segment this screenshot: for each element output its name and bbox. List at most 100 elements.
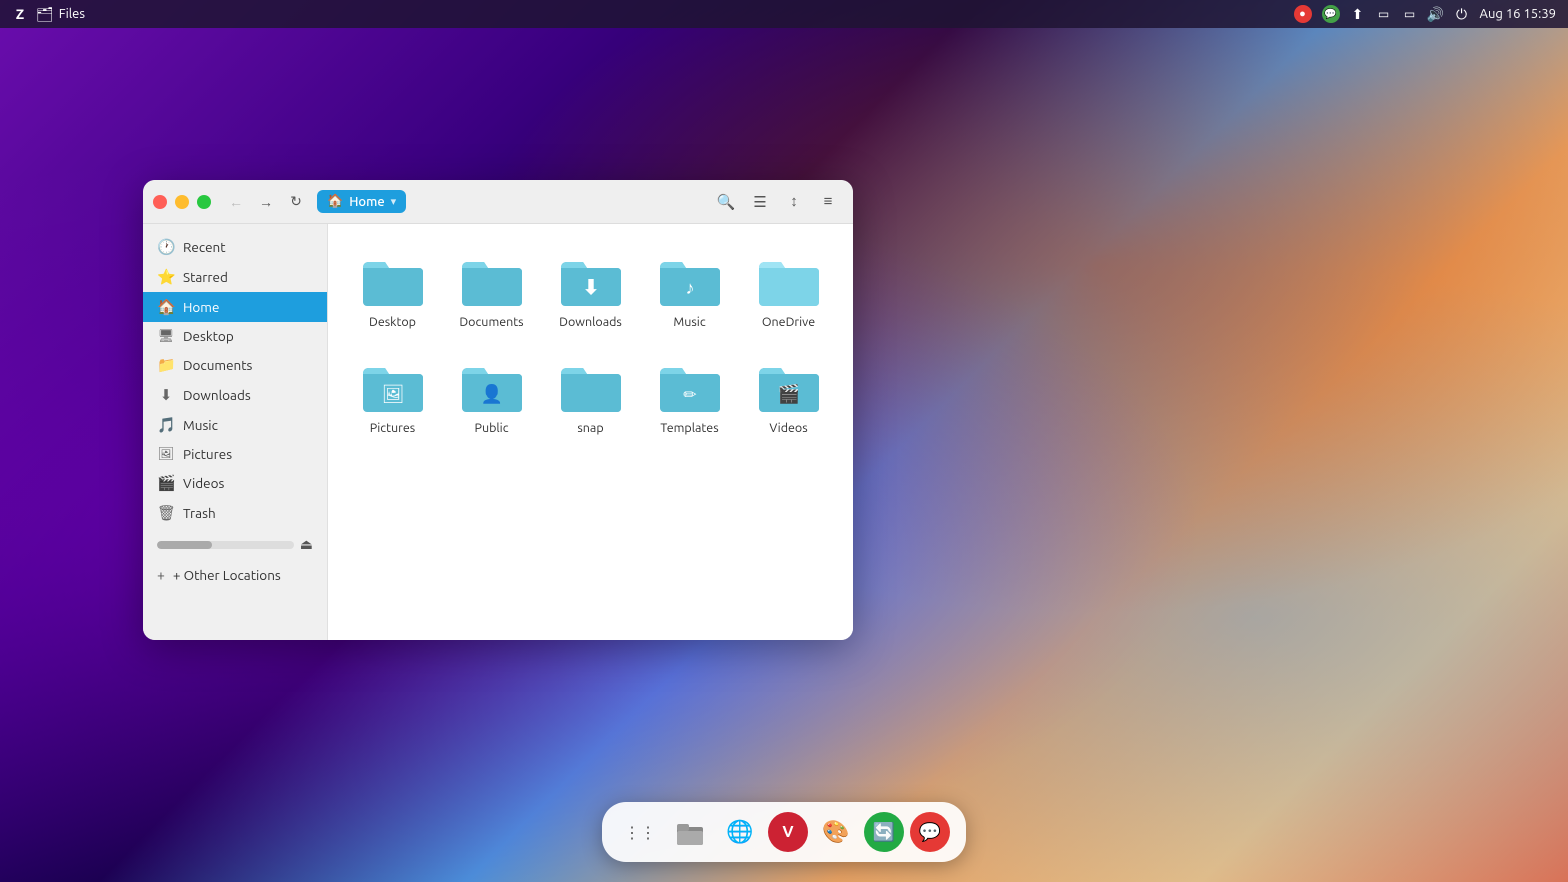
- sidebar-label-music: Music: [183, 417, 218, 433]
- minimize-button[interactable]: −: [175, 195, 189, 209]
- breadcrumb-home-label: Home: [349, 195, 384, 209]
- search-button[interactable]: 🔍: [711, 187, 741, 217]
- maximize-button[interactable]: ⊡: [197, 195, 211, 209]
- folder-label-music: Music: [673, 314, 705, 330]
- folder-label-downloads: Downloads: [559, 314, 622, 330]
- main-content: Desktop Documents: [328, 224, 853, 640]
- nav-buttons: ← → ↻: [223, 189, 309, 215]
- sidebar-item-documents[interactable]: 📁 Documents: [143, 350, 327, 380]
- z-icon: Z: [12, 6, 28, 22]
- folder-documents[interactable]: Documents: [447, 244, 536, 340]
- taskbar: ⋮⋮ 🌐 V 🎨 🔄 💬: [602, 802, 966, 862]
- taskbar-chat[interactable]: 💬: [910, 812, 950, 852]
- topbar-datetime: Aug 16 15:39: [1480, 7, 1557, 21]
- folder-templates[interactable]: ✏ Templates: [645, 350, 734, 446]
- folder-icon-snap: [559, 360, 623, 414]
- taskbar-browser[interactable]: 🌐: [718, 810, 762, 854]
- folder-label-public: Public: [474, 420, 508, 436]
- sidebar-item-music[interactable]: 🎵 Music: [143, 410, 327, 440]
- sort-button[interactable]: ↕: [779, 187, 809, 217]
- plus-icon: +: [157, 567, 165, 583]
- topbar-icon-monitor2: ▭: [1402, 6, 1418, 22]
- window-body: 🕐 Recent ⭐ Starred 🏠 Home 🖥 Desktop 📁 Do: [143, 224, 853, 640]
- taskbar-files[interactable]: [668, 810, 712, 854]
- topbar-right: ● 💬 ⬆ ▭ ▭ 🔊 ⏻ Aug 16 15:39: [1294, 5, 1557, 23]
- back-button[interactable]: ←: [223, 189, 249, 215]
- sidebar-item-other-locations[interactable]: + + Other Locations: [143, 561, 327, 589]
- storage-bar-fill: [157, 541, 212, 549]
- sidebar-label-videos: Videos: [183, 475, 224, 491]
- videos-icon: 🎬: [157, 474, 175, 492]
- taskbar-kolibri[interactable]: 🎨: [814, 810, 858, 854]
- folder-icon-downloads: ⬇: [559, 254, 623, 308]
- sidebar-item-desktop[interactable]: 🖥 Desktop: [143, 322, 327, 350]
- sidebar-label-starred: Starred: [183, 269, 228, 285]
- folder-pictures[interactable]: 🖼 Pictures: [348, 350, 437, 446]
- trash-icon: 🗑: [157, 504, 175, 522]
- app-name-label: Files: [59, 7, 85, 21]
- titlebar-actions: 🔍 ☰ ↕ ≡: [711, 187, 843, 217]
- eject-icon[interactable]: ⏏: [300, 536, 313, 553]
- starred-icon: ⭐: [157, 268, 175, 286]
- topbar-icon-volume: 🔊: [1428, 6, 1444, 22]
- home-nav-icon: 🏠: [157, 298, 175, 316]
- sidebar-label-downloads: Downloads: [183, 387, 251, 403]
- breadcrumb-home[interactable]: 🏠 Home ▾: [317, 190, 406, 213]
- titlebar: × − ⊡ ← → ↻ 🏠 Home ▾ 🔍 ☰ ↕ ≡: [143, 180, 853, 224]
- sidebar-label-home: Home: [183, 299, 219, 315]
- sidebar: 🕐 Recent ⭐ Starred 🏠 Home 🖥 Desktop 📁 Do: [143, 224, 328, 640]
- sidebar-label-desktop: Desktop: [183, 328, 234, 344]
- folder-music[interactable]: ♪ Music: [645, 244, 734, 340]
- folder-snap[interactable]: snap: [546, 350, 635, 446]
- topbar-app-title: 🗂 Files: [36, 6, 85, 23]
- sidebar-item-pictures[interactable]: 🖼 Pictures: [143, 440, 327, 468]
- menu-button[interactable]: ≡: [813, 187, 843, 217]
- folder-icon-templates: ✏: [658, 360, 722, 414]
- view-options-button[interactable]: ☰: [745, 187, 775, 217]
- downloads-icon: ⬇: [157, 386, 175, 404]
- sidebar-item-downloads[interactable]: ⬇ Downloads: [143, 380, 327, 410]
- folder-icon-onedrive: [757, 254, 821, 308]
- taskbar-apps[interactable]: ⋮⋮: [618, 810, 662, 854]
- recent-icon: 🕐: [157, 238, 175, 256]
- topbar: Z 🗂 Files ● 💬 ⬆ ▭ ▭ 🔊 ⏻ Aug 16 15:39: [0, 0, 1568, 28]
- topbar-icon-monitor1: ▭: [1376, 6, 1392, 22]
- sidebar-label-trash: Trash: [183, 505, 216, 521]
- folder-label-pictures: Pictures: [370, 420, 415, 436]
- sidebar-item-starred[interactable]: ⭐ Starred: [143, 262, 327, 292]
- sidebar-item-recent[interactable]: 🕐 Recent: [143, 232, 327, 262]
- sidebar-item-videos[interactable]: 🎬 Videos: [143, 468, 327, 498]
- sidebar-item-trash[interactable]: 🗑 Trash: [143, 498, 327, 528]
- folder-icon-pictures: 🖼: [361, 360, 425, 414]
- breadcrumb-bar: 🏠 Home ▾: [317, 190, 703, 213]
- refresh-button[interactable]: ↻: [283, 189, 309, 215]
- sidebar-label-other-locations: + Other Locations: [173, 567, 281, 583]
- breadcrumb-chevron: ▾: [391, 195, 397, 208]
- documents-icon: 📁: [157, 356, 175, 374]
- folder-desktop[interactable]: Desktop: [348, 244, 437, 340]
- file-manager-window: × − ⊡ ← → ↻ 🏠 Home ▾ 🔍 ☰ ↕ ≡ 🕐: [143, 180, 853, 640]
- folder-icon-public: 👤: [460, 360, 524, 414]
- folder-icon-videos: 🎬: [757, 360, 821, 414]
- taskbar-update[interactable]: 🔄: [864, 812, 904, 852]
- folder-icon-desktop: [361, 254, 425, 308]
- svg-text:⬇: ⬇: [582, 275, 599, 298]
- close-button[interactable]: ×: [153, 195, 167, 209]
- music-icon: 🎵: [157, 416, 175, 434]
- svg-text:🖼: 🖼: [381, 384, 404, 404]
- svg-text:♪: ♪: [685, 278, 694, 298]
- folder-videos[interactable]: 🎬 Videos: [744, 350, 833, 446]
- folder-icon-music: ♪: [658, 254, 722, 308]
- folder-label-onedrive: OneDrive: [762, 314, 815, 330]
- folder-public[interactable]: 👤 Public: [447, 350, 536, 446]
- taskbar-vivaldi[interactable]: V: [768, 812, 808, 852]
- folder-downloads[interactable]: ⬇ Downloads: [546, 244, 635, 340]
- storage-section: ⏏: [143, 528, 327, 561]
- topbar-icon-green: 💬: [1322, 5, 1340, 23]
- forward-button[interactable]: →: [253, 189, 279, 215]
- folder-icon-documents: [460, 254, 524, 308]
- folder-label-documents: Documents: [459, 314, 523, 330]
- folder-label-templates: Templates: [660, 420, 718, 436]
- folder-onedrive[interactable]: OneDrive: [744, 244, 833, 340]
- sidebar-item-home[interactable]: 🏠 Home: [143, 292, 327, 322]
